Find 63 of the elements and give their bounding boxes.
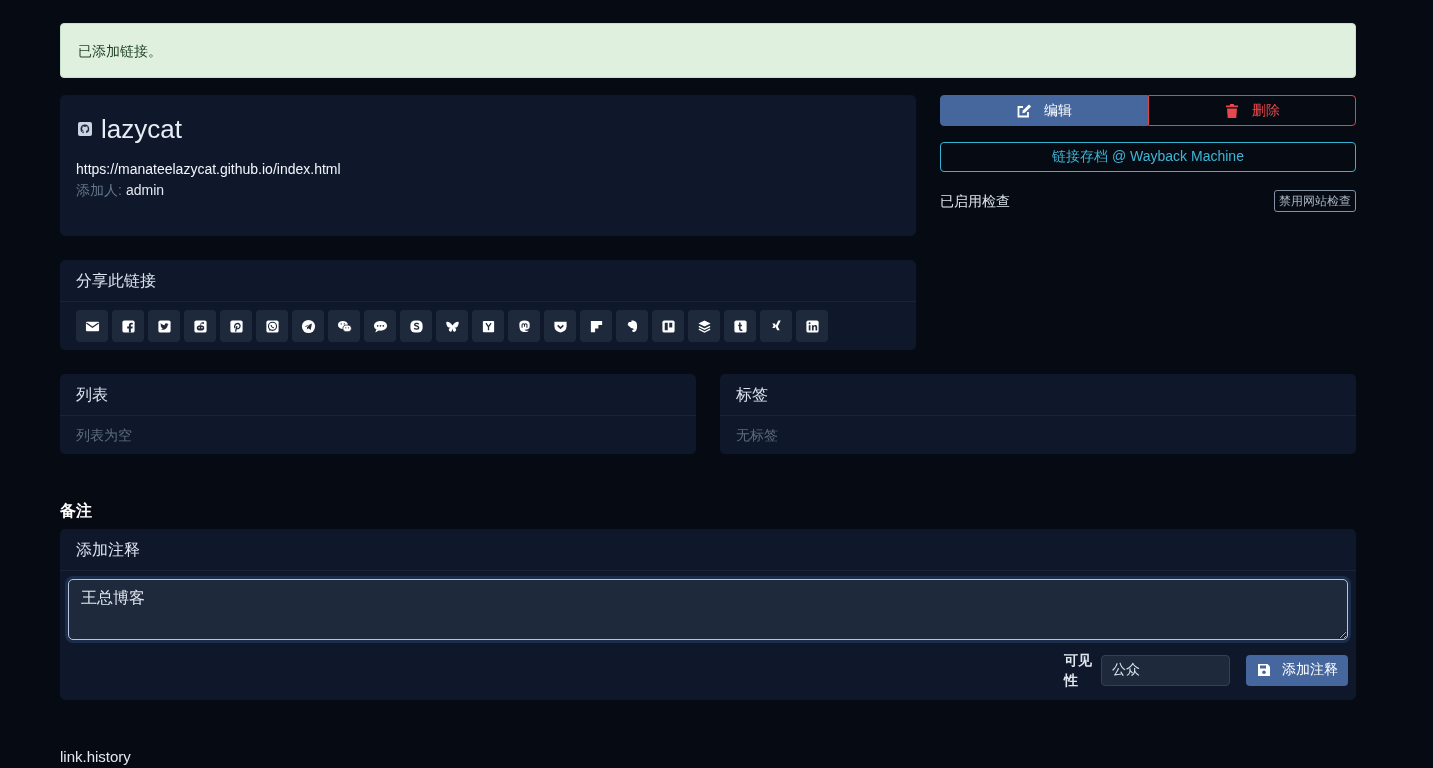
- share-button[interactable]: [472, 310, 504, 342]
- share-button[interactable]: [544, 310, 576, 342]
- visibility-label: 可见性: [1064, 651, 1093, 690]
- delete-button[interactable]: 删除: [1148, 95, 1356, 126]
- share-button[interactable]: [688, 310, 720, 342]
- share-button[interactable]: [184, 310, 216, 342]
- share-button[interactable]: [760, 310, 792, 342]
- archive-button[interactable]: 链接存档 @ Wayback Machine: [940, 142, 1356, 172]
- tags-title: 标签: [736, 384, 768, 405]
- share-button[interactable]: [436, 310, 468, 342]
- facebook-icon: [120, 318, 136, 334]
- share-button[interactable]: [328, 310, 360, 342]
- share-button[interactable]: [796, 310, 828, 342]
- notes-heading: 备注: [60, 502, 93, 520]
- edit-icon: [1016, 102, 1032, 119]
- share-button[interactable]: [508, 310, 540, 342]
- skype-icon: [408, 318, 424, 334]
- added-by-value: admin: [125, 181, 165, 200]
- check-status: 已启用检查: [940, 192, 1010, 211]
- share-button[interactable]: [400, 310, 432, 342]
- lists-empty-text: 列表为空: [76, 426, 132, 445]
- share-button[interactable]: [76, 310, 108, 342]
- flipboard-icon: [588, 318, 604, 334]
- pinterest-icon: [228, 318, 244, 334]
- disable-check-button[interactable]: 禁用网站检查: [1274, 190, 1356, 212]
- edit-button[interactable]: 编辑: [940, 95, 1148, 126]
- share-button[interactable]: [292, 310, 324, 342]
- linkedin-icon: [804, 318, 820, 334]
- link-url: https://manateelazycat.github.io/index.html: [76, 160, 342, 179]
- paper-plane-icon: [300, 318, 316, 334]
- visibility-select[interactable]: 公众: [1101, 654, 1230, 686]
- share-button[interactable]: [580, 310, 612, 342]
- share-title: 分享此链接: [76, 270, 156, 291]
- add-note-button[interactable]: 添加注释: [1246, 654, 1348, 686]
- tags-empty-text: 无标签: [736, 426, 778, 445]
- layers-icon: [696, 318, 712, 334]
- share-button[interactable]: [148, 310, 180, 342]
- tumblr-icon: [732, 318, 748, 334]
- speech-bubble-icon: [372, 318, 388, 334]
- added-by-label: 添加人:: [76, 181, 122, 200]
- note-card-title: 添加注释: [76, 539, 140, 560]
- note-textarea[interactable]: 王总博客: [68, 579, 1348, 640]
- link-title: lazycat: [101, 113, 182, 145]
- save-icon: [1256, 662, 1272, 678]
- lists-title: 列表: [76, 384, 108, 405]
- share-button[interactable]: [256, 310, 288, 342]
- alert-text: 已添加链接。: [78, 41, 162, 61]
- trello-icon: [660, 318, 676, 334]
- bird-icon: [156, 318, 172, 334]
- whatsapp-icon: [264, 318, 280, 334]
- share-button[interactable]: [364, 310, 396, 342]
- trash-icon: [1224, 102, 1240, 119]
- share-button[interactable]: [616, 310, 648, 342]
- share-button[interactable]: [652, 310, 684, 342]
- reddit-icon: [192, 318, 208, 334]
- share-button[interactable]: [220, 310, 252, 342]
- wechat-icon: [336, 318, 352, 334]
- mastodon-icon: [516, 318, 532, 334]
- share-button[interactable]: [724, 310, 756, 342]
- favicon-icon: [78, 122, 92, 136]
- share-button[interactable]: [112, 310, 144, 342]
- history-heading: link.history: [60, 748, 132, 765]
- y-logo-icon: [480, 318, 496, 334]
